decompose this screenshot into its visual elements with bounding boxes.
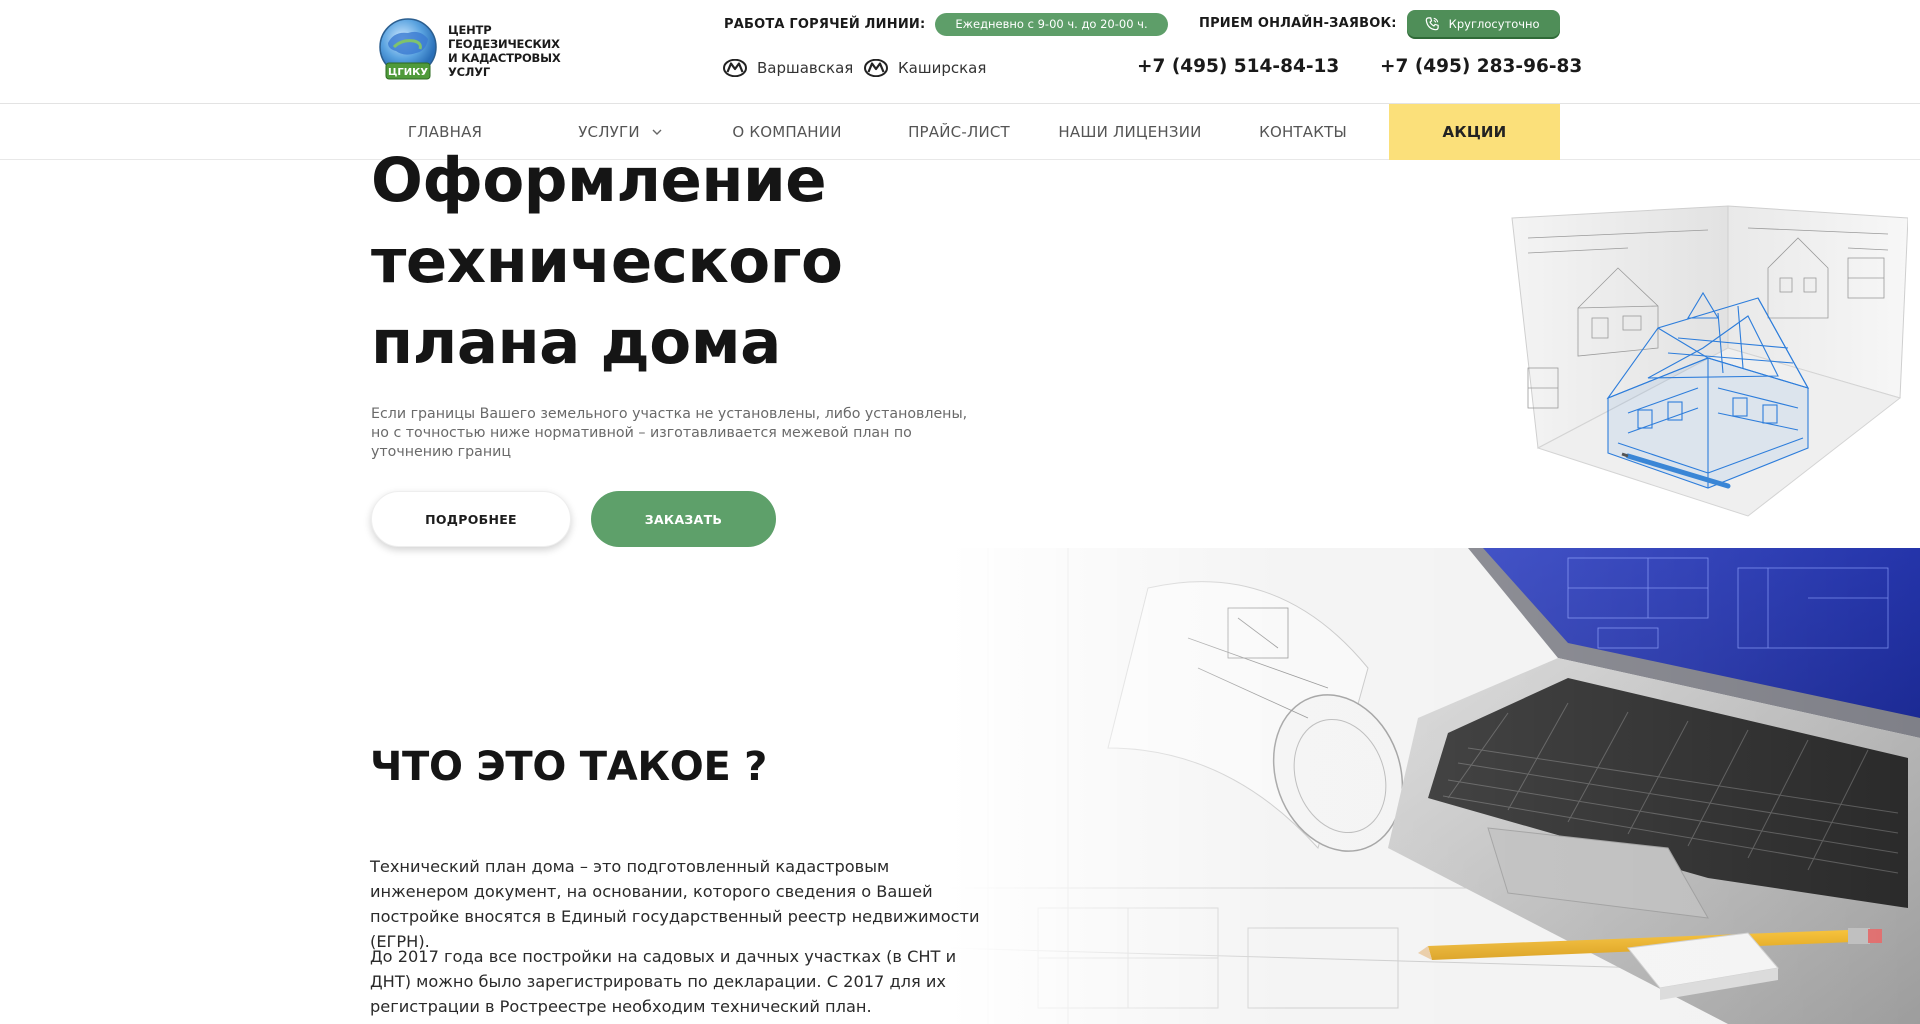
phone-link-2[interactable]: +7 (495) 283-96-83 — [1380, 56, 1582, 77]
laptop-blueprints-image — [948, 548, 1920, 1024]
more-button[interactable]: ПОДРОБНЕЕ — [371, 491, 571, 547]
metro-name: Варшавская — [757, 59, 854, 77]
header: ЦГИКУ ЦЕНТР ГЕОДЕЗИЧЕСКИХ И КАДАСТРОВЫХ … — [0, 0, 1920, 104]
nav-item-promo[interactable]: АКЦИИ — [1389, 104, 1560, 160]
main-nav: ГЛАВНАЯ УСЛУГИ О КОМПАНИИ ПРАЙС-ЛИСТ НАШ… — [0, 104, 1920, 160]
phone-link-1[interactable]: +7 (495) 514-84-13 — [1137, 56, 1339, 77]
nav-item-label: УСЛУГИ — [578, 123, 640, 141]
hotline-label: РАБОТА ГОРЯЧЕЙ ЛИНИИ: — [724, 16, 926, 32]
nav-item-licenses[interactable]: НАШИ ЛИЦЕНЗИИ — [1055, 104, 1205, 160]
metro-station[interactable]: Каширская — [864, 58, 986, 78]
order-button[interactable]: ЗАКАЗАТЬ — [591, 491, 776, 547]
section-paragraph: Технический план дома – это подготовленн… — [370, 857, 980, 951]
logo-badge: ЦГИКУ — [388, 67, 428, 78]
hero-title-line: Оформление — [371, 145, 827, 216]
nav-item-contacts[interactable]: КОНТАКТЫ — [1228, 104, 1378, 160]
logo-text-line1: ЦЕНТР ГЕОДЕЗИЧЕСКИХ — [448, 23, 560, 51]
online-label: ПРИЕМ ОНЛАЙН-ЗАЯВОК: — [1199, 16, 1397, 31]
metro-icon — [723, 59, 747, 77]
chevron-down-icon — [652, 129, 662, 135]
metro-name: Каширская — [898, 59, 987, 77]
online-requests: ПРИЕМ ОНЛАЙН-ЗАЯВОК: Круглосуточно — [1199, 10, 1560, 37]
hero-title-line: плана дома — [371, 307, 781, 378]
hero-subtitle: Если границы Вашего земельного участка н… — [371, 406, 968, 460]
logo-text: ЦЕНТР ГЕОДЕЗИЧЕСКИХ И КАДАСТРОВЫХ УСЛУГ — [448, 23, 604, 79]
hotline: РАБОТА ГОРЯЧЕЙ ЛИНИИ: Ежедневно с 9-00 ч… — [724, 12, 1168, 36]
metro-icon — [864, 59, 888, 77]
section-title: ЧТО ЭТО ТАКОЕ ? — [370, 744, 768, 790]
hotline-hours-badge: Ежедневно с 9-00 ч. до 20-00 ч. — [935, 12, 1168, 36]
section-paragraph: До 2017 года все постройки на садовых и … — [370, 947, 957, 1016]
logo[interactable]: ЦГИКУ ЦЕНТР ГЕОДЕЗИЧЕСКИХ И КАДАСТРОВЫХ … — [374, 16, 604, 86]
phone-icon — [1425, 16, 1439, 30]
hero-title: Оформление технического плана дома — [371, 140, 931, 383]
house-blueprint-image — [1508, 198, 1909, 518]
online-hours-text: Круглосуточно — [1448, 16, 1540, 31]
hero-title-line: технического — [371, 226, 843, 297]
online-hours-button[interactable]: Круглосуточно — [1406, 10, 1560, 37]
logo-text-line2: И КАДАСТРОВЫХ УСЛУГ — [448, 51, 561, 79]
logo-globe-icon: ЦГИКУ — [374, 17, 442, 85]
metro-station[interactable]: Варшавская — [723, 58, 853, 78]
